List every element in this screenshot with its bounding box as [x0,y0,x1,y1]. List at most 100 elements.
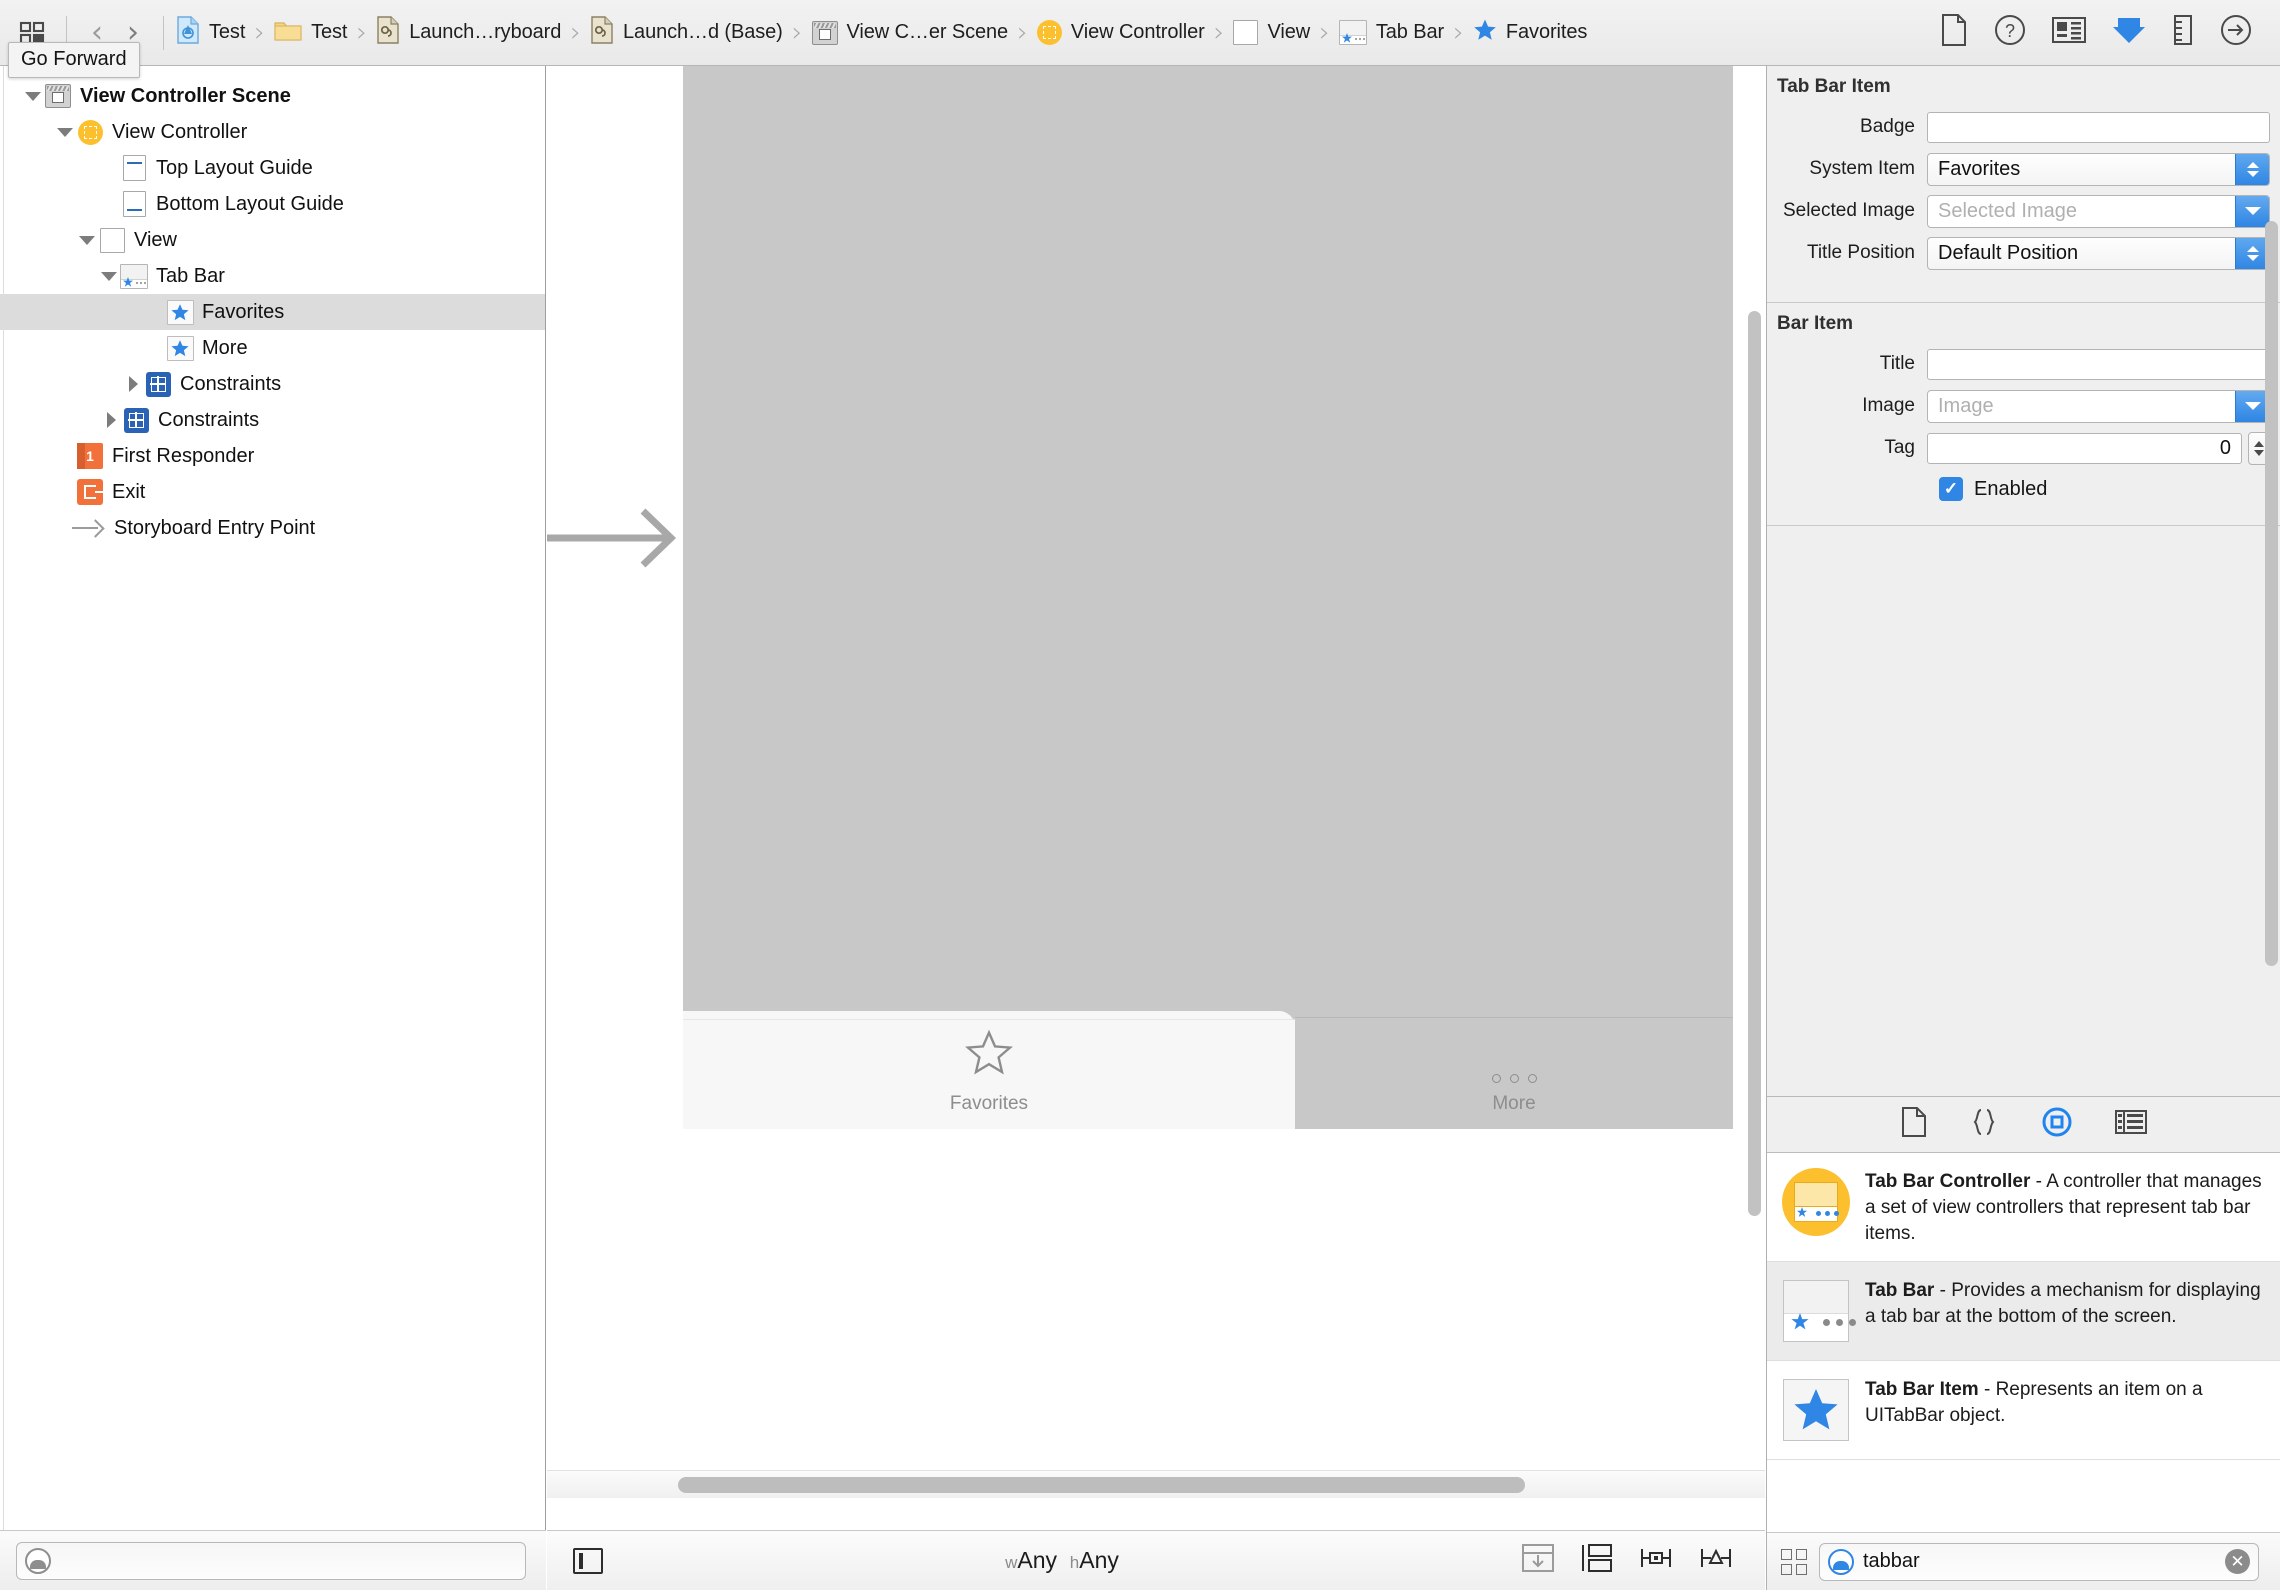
enabled-checkbox[interactable]: ✓ [1939,477,1963,501]
stepper-updown-icon[interactable] [2235,153,2269,185]
outline-row-storyboard-entry-point[interactable]: Storyboard Entry Point [0,510,545,546]
outline-row-bottom-layout-guide[interactable]: Bottom Layout Guide [0,186,545,222]
xcode-window: ‹ › Test › Test › Launch…ryboard › Launc… [0,0,2280,1590]
disclosure-triangle-right-icon[interactable] [100,402,122,438]
breadcrumb-separator: › [1319,17,1330,48]
library-item-list[interactable]: Tab Bar Controller - A controller that m… [1767,1153,2280,1533]
breadcrumb-separator: › [254,17,266,48]
update-frames-icon[interactable] [1521,1543,1555,1579]
outline-row-constraints-outer[interactable]: Constraints [0,402,545,438]
outline-row-constraints-inner[interactable]: Constraints [0,366,545,402]
disclosure-triangle-down-icon[interactable] [98,258,120,294]
interface-builder-canvas[interactable]: Favorites More [547,66,1765,1530]
field-selected-image: Selected Image Selected Image [1767,190,2280,232]
size-class-w-prefix: w [1005,1553,1018,1572]
quick-help-icon[interactable]: ? [1994,14,2026,52]
size-inspector-icon[interactable] [2172,14,2194,52]
breadcrumb-item-scene[interactable]: View C…er Scene [811,20,1008,45]
canvas-horizontal-scrollbar[interactable] [678,1477,1525,1493]
size-class-indicator[interactable]: wAny hAny [603,1547,1521,1574]
field-label: System Item [1809,158,1915,179]
library-item[interactable]: Tab Bar Item - Represents an item on a U… [1767,1361,2280,1460]
breadcrumb-item-project[interactable]: Test [176,15,246,50]
exit-icon [76,478,104,506]
breadcrumb-separator: › [791,17,803,48]
title-input[interactable] [1927,348,2270,380]
system-item-select[interactable]: Favorites [1927,152,2270,186]
object-library-icon[interactable] [2041,1106,2073,1144]
disclosure-triangle-down-icon[interactable] [76,222,98,258]
outline-filter-field[interactable] [16,1541,526,1580]
selected-image-select[interactable]: Selected Image [1927,194,2270,228]
outline-row-favorites[interactable]: Favorites [0,294,545,330]
identity-inspector-icon[interactable] [2052,16,2086,50]
library-view-mode-icon[interactable] [1781,1548,1807,1575]
toggle-document-outline-button[interactable] [573,1547,603,1574]
chevron-down-icon[interactable] [2235,390,2269,422]
field-image: Image Image [1767,385,2280,427]
library-search-field[interactable]: tabbar ✕ [1819,1542,2259,1581]
breadcrumb-label: Test [209,21,246,43]
entry-point-icon [72,514,106,542]
object-library[interactable]: Tab Bar Controller - A controller that m… [1766,1096,2280,1590]
outline-row-label: Constraints [180,372,282,395]
connections-inspector-icon[interactable] [2220,14,2252,52]
breadcrumb-item-tab-bar[interactable]: Tab Bar [1338,20,1445,45]
disclosure-triangle-down-icon[interactable] [54,114,76,150]
clear-search-icon[interactable]: ✕ [2225,1549,2250,1574]
outline-row-view-controller-scene[interactable]: View Controller Scene [0,78,545,114]
tag-input[interactable]: 0 [1927,432,2242,464]
no-twisty [98,150,120,186]
outline-row-tab-bar[interactable]: Tab Bar [0,258,545,294]
breadcrumb-separator: › [570,17,582,48]
canvas-vertical-scrollbar[interactable] [1748,311,1761,1216]
library-item[interactable]: Tab Bar Controller - A controller that m… [1767,1153,2280,1262]
outline-row-view[interactable]: View [0,222,545,258]
code-snippet-library-icon[interactable] [1969,1107,1999,1143]
image-select[interactable]: Image [1927,389,2270,423]
file-template-library-icon[interactable] [1901,1106,1927,1143]
stepper-updown-icon[interactable] [2235,237,2269,269]
title-position-select[interactable]: Default Position [1927,236,2270,270]
file-inspector-icon[interactable] [1940,13,1968,52]
tab-bar-item-more[interactable]: More [1295,1017,1733,1129]
field-label: Selected Image [1782,200,1915,221]
media-library-icon[interactable] [2114,1109,2147,1141]
outline-row-first-responder[interactable]: 1 First Responder [0,438,545,474]
pin-icon[interactable] [1699,1543,1733,1579]
breadcrumb-item-view-controller[interactable]: View Controller [1036,20,1205,45]
tab-label: More [1492,1093,1536,1114]
scene-icon [44,82,72,110]
view-icon [1233,20,1259,45]
library-item[interactable]: Tab Bar - Provides a mechanism for displ… [1767,1262,2280,1361]
outline-row-more[interactable]: More [0,330,545,366]
tab-bar-item-favorites[interactable]: Favorites [683,1011,1295,1129]
outline-row-view-controller[interactable]: View Controller [0,114,545,150]
embed-in-icon[interactable] [1581,1543,1613,1579]
align-icon[interactable] [1639,1543,1673,1579]
breadcrumb-item-favorites[interactable]: Favorites [1473,18,1587,48]
breadcrumb-item-folder[interactable]: Test [274,18,347,48]
breadcrumb-label: Tab Bar [1375,21,1445,43]
breadcrumb-item-storyboard-base[interactable]: Launch…d (Base) [590,15,783,50]
disclosure-triangle-right-icon[interactable] [122,366,144,402]
breadcrumb-item-storyboard[interactable]: Launch…ryboard [376,15,561,50]
outline-row-top-layout-guide[interactable]: Top Layout Guide [0,150,545,186]
canvas-horizontal-scrollbar-track[interactable] [547,1470,1765,1498]
tab-label: Favorites [949,1093,1029,1114]
enabled-label: Enabled [1974,477,2048,500]
three-dots-icon [1491,1074,1537,1083]
badge-input[interactable] [1927,111,2270,143]
tab-bar[interactable]: Favorites More [683,1011,1733,1129]
library-item-text: Tab Bar Controller - A controller that m… [1865,1167,2266,1247]
breadcrumb-separator: › [1017,17,1028,48]
breadcrumb-label: Favorites [1505,21,1588,43]
view-controller-canvas[interactable]: Favorites More [683,66,1733,1129]
attributes-inspector-icon[interactable] [2112,14,2146,52]
outline-row-exit[interactable]: Exit [0,474,545,510]
folder-icon [274,18,302,48]
breadcrumb-item-view[interactable]: View [1233,20,1310,45]
disclosure-triangle-down-icon[interactable] [22,78,44,114]
document-outline[interactable]: View Controller Scene View Controller To… [0,66,546,1530]
chevron-down-icon[interactable] [2235,195,2269,227]
